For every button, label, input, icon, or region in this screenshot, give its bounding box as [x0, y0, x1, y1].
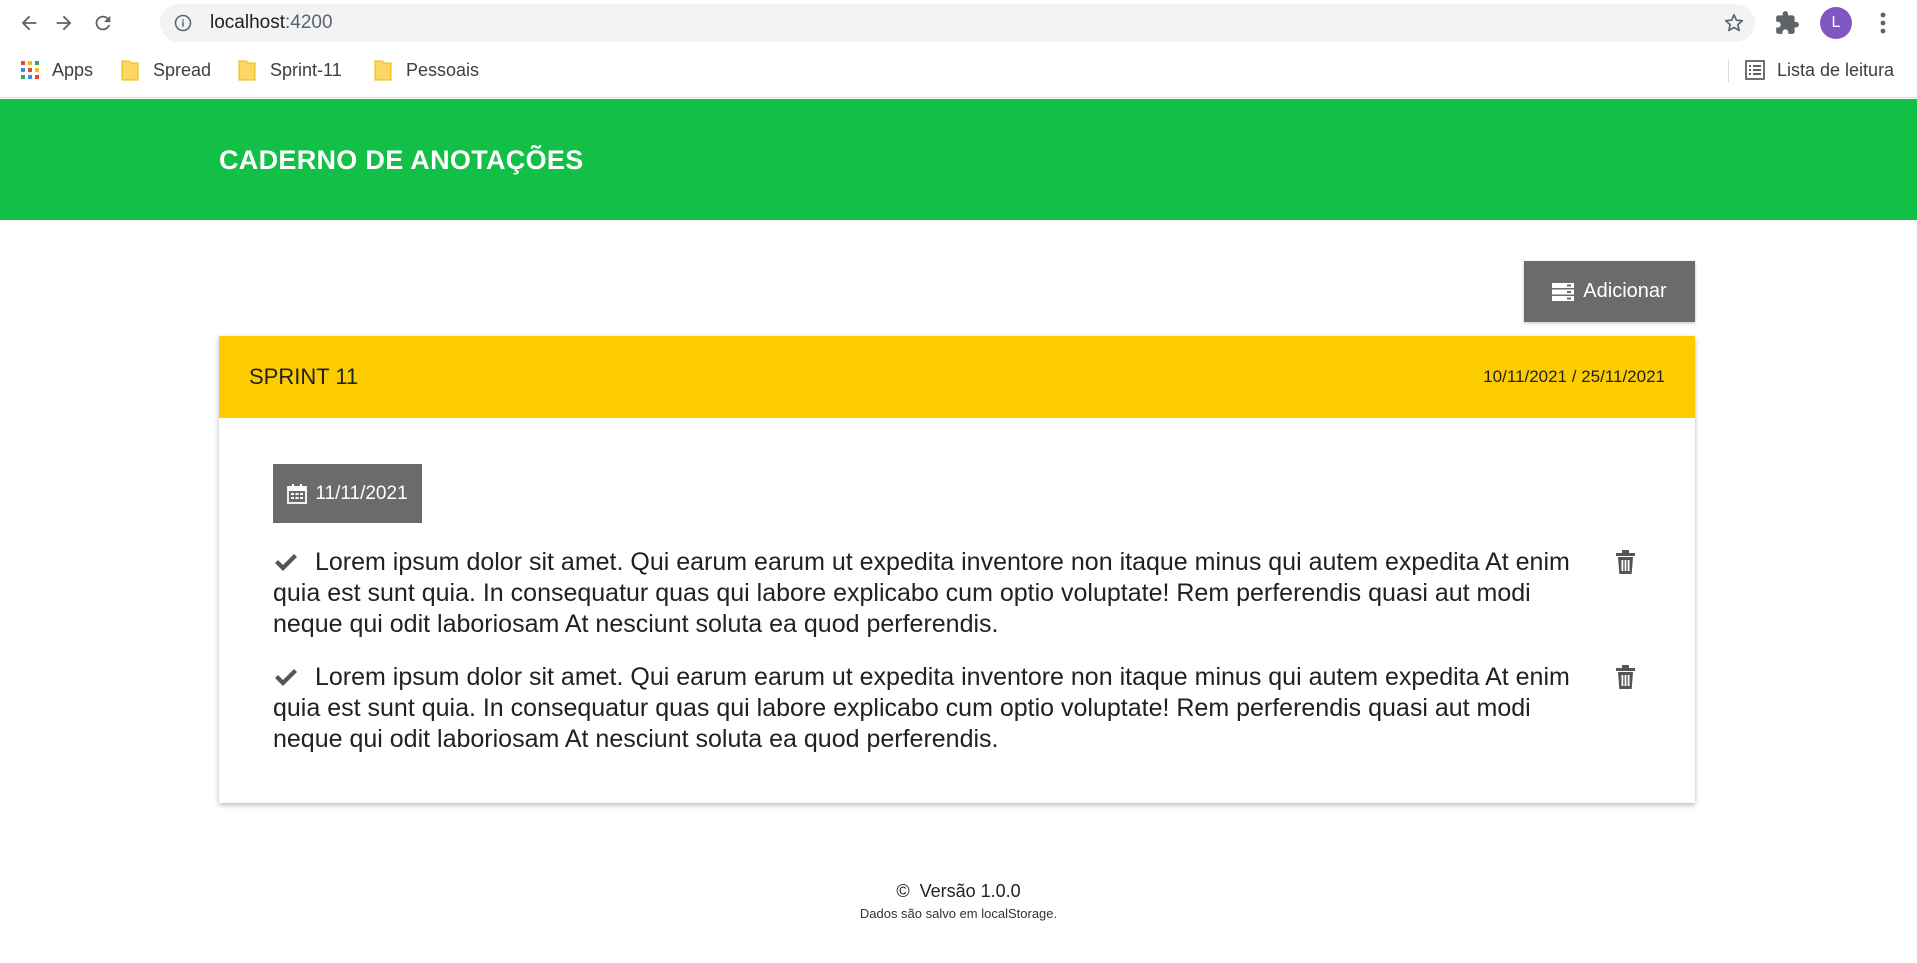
- version-line: © Versão 1.0.0: [0, 878, 1917, 904]
- note-item: Lorem ipsum dolor sit amet. Qui earum ea…: [273, 547, 1663, 640]
- note-text: Lorem ipsum dolor sit amet. Qui earum ea…: [273, 663, 1570, 753]
- reading-list-button[interactable]: Lista de leitura: [1745, 46, 1894, 94]
- note-item: Lorem ipsum dolor sit amet. Qui earum ea…: [273, 662, 1663, 755]
- address-bar[interactable]: localhost:4200: [160, 4, 1755, 42]
- bookmark-star-icon[interactable]: [1723, 12, 1745, 34]
- bookmark-apps[interactable]: Apps: [20, 46, 93, 94]
- folder-icon: [121, 60, 139, 81]
- bookmark-label: Pessoais: [406, 59, 480, 80]
- apps-grid-icon: [21, 61, 39, 79]
- app-footer: © Versão 1.0.0 Dados são salvo em localSt…: [0, 878, 1917, 924]
- folder-icon: [238, 60, 256, 81]
- bookmark-spread[interactable]: Spread: [121, 46, 211, 94]
- browser-toolbar: localhost:4200 L: [0, 0, 1917, 46]
- url-text: localhost:4200: [210, 12, 333, 33]
- check-icon[interactable]: [273, 666, 299, 688]
- trash-icon[interactable]: [1615, 550, 1636, 575]
- info-icon[interactable]: [174, 14, 192, 32]
- version-text: Versão 1.0.0: [919, 881, 1021, 901]
- add-button-label: Adicionar: [1583, 280, 1667, 302]
- check-icon[interactable]: [273, 551, 299, 573]
- bookmark-sprint-11[interactable]: Sprint-11: [238, 46, 342, 94]
- sprint-dates: 10/11/2021 / 25/11/2021: [1483, 367, 1665, 386]
- bookmark-label: Sprint-11: [270, 59, 342, 80]
- bookmark-label: Apps: [52, 59, 94, 80]
- back-icon[interactable]: [14, 8, 44, 38]
- reading-list-icon: [1745, 60, 1765, 80]
- bookmarks-divider: [1728, 60, 1729, 82]
- day-badge-label: 11/11/2021: [315, 482, 408, 504]
- extensions-puzzle-icon[interactable]: [1774, 10, 1800, 36]
- day-badge[interactable]: 11/11/2021: [273, 464, 422, 523]
- profile-avatar[interactable]: L: [1820, 7, 1852, 39]
- calendar-icon: [287, 483, 308, 504]
- reload-icon[interactable]: [88, 8, 118, 38]
- add-button[interactable]: Adicionar: [1524, 261, 1695, 322]
- note-text: Lorem ipsum dolor sit amet. Qui earum ea…: [273, 548, 1570, 638]
- sprint-card: SPRINT 11 10/11/2021 / 25/11/2021 11/11/…: [219, 336, 1695, 803]
- storage-note: Dados são salvo em localStorage.: [859, 906, 1058, 921]
- app-header: CADERNO DE ANOTAÇÕES: [0, 99, 1917, 220]
- forward-icon[interactable]: [49, 8, 79, 38]
- bookmarks-bar: Apps Spread Sprint-11 Pessoais Lista de …: [0, 46, 1917, 98]
- bookmark-pessoais[interactable]: Pessoais: [374, 46, 479, 94]
- folder-icon: [374, 60, 392, 81]
- more-vert-icon[interactable]: [1873, 10, 1893, 36]
- storage-icon: [1552, 282, 1575, 301]
- copyright-symbol: ©: [896, 881, 910, 901]
- sprint-title: SPRINT 11: [249, 364, 359, 389]
- app-title: CADERNO DE ANOTAÇÕES: [219, 145, 584, 175]
- trash-icon[interactable]: [1615, 665, 1636, 690]
- reading-list-label: Lista de leitura: [1777, 59, 1895, 80]
- sprint-card-header[interactable]: SPRINT 11 10/11/2021 / 25/11/2021: [219, 336, 1695, 418]
- bookmark-label: Spread: [153, 59, 212, 80]
